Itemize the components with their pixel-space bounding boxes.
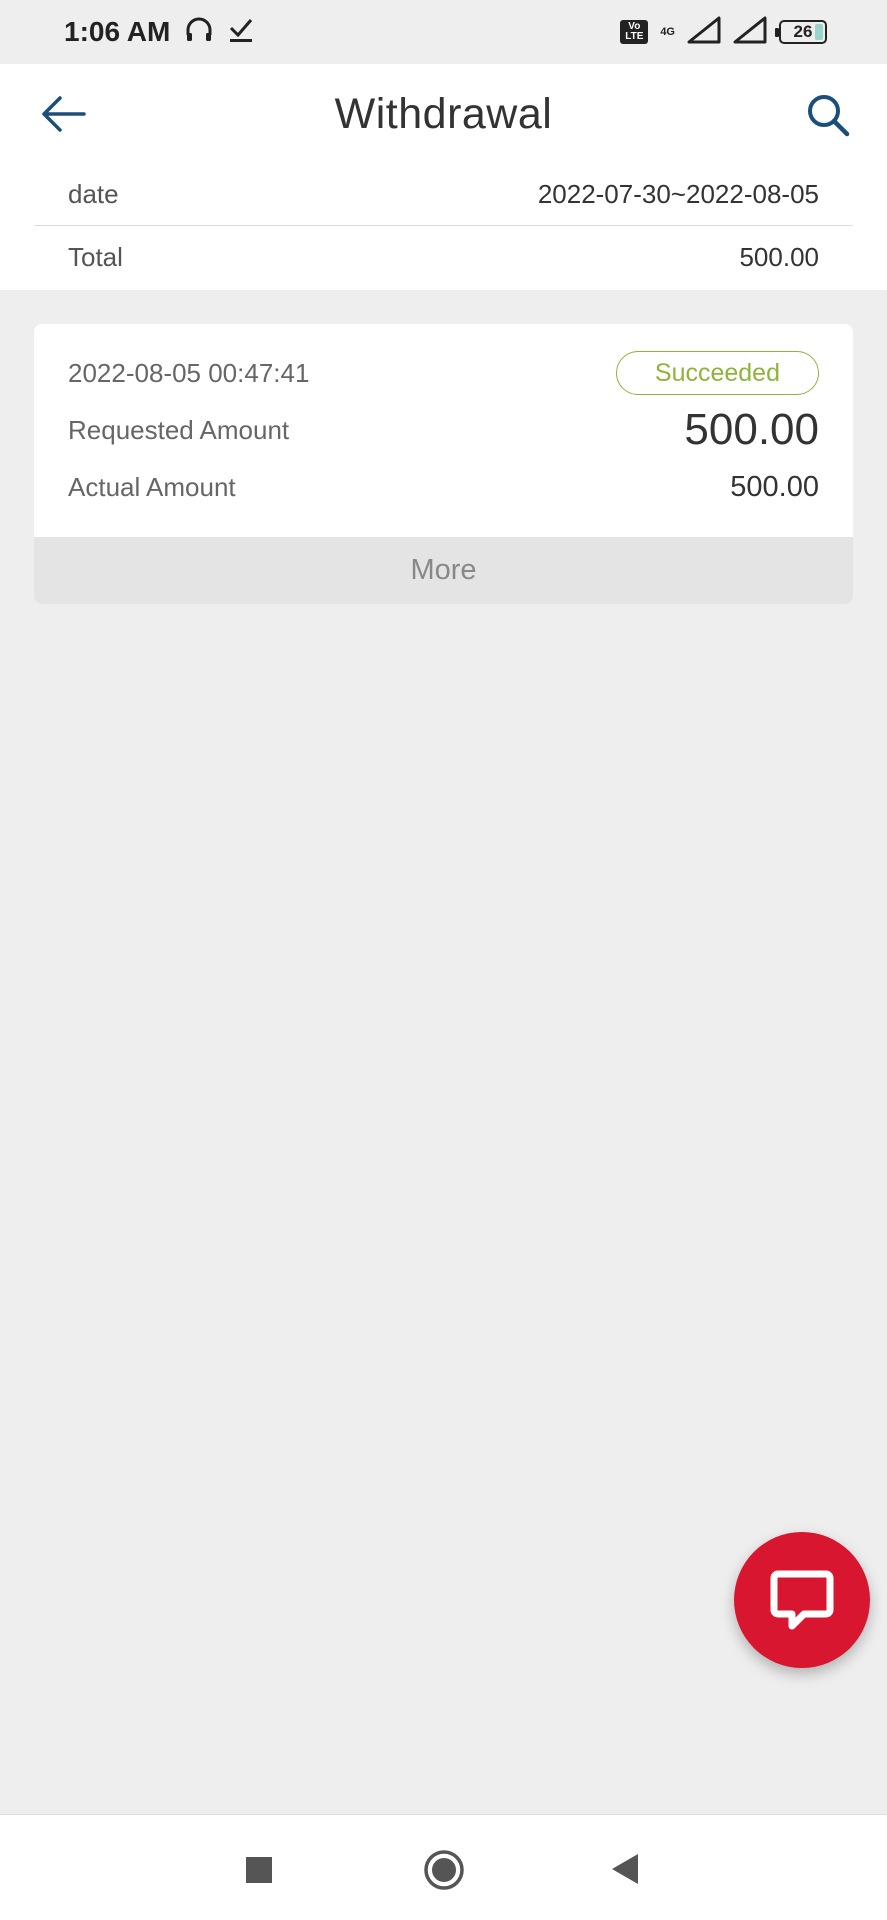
- triangle-back-icon: [612, 1854, 638, 1884]
- system-nav-bar: [0, 1814, 887, 1920]
- total-row: Total 500.00: [34, 226, 853, 288]
- download-done-icon: [228, 16, 254, 49]
- battery-level: 26: [793, 22, 813, 41]
- battery-fill: [815, 24, 823, 40]
- status-bar: 1:06 AM Vo LTE 4G 26: [0, 0, 887, 64]
- signal-icon: [687, 16, 721, 49]
- status-right: Vo LTE 4G 26: [620, 16, 827, 49]
- date-range-value: 2022-07-30~2022-08-05: [537, 179, 819, 209]
- recent-apps-button[interactable]: [246, 1857, 272, 1883]
- date-label: date: [68, 179, 119, 209]
- chat-bubble-icon: [770, 1570, 834, 1630]
- system-back-button[interactable]: [610, 1852, 640, 1886]
- signal-icon-2: [733, 16, 767, 49]
- actual-amount-label: Actual Amount: [68, 471, 236, 502]
- record-header-row: 2022-08-05 00:47:41 Succeeded: [68, 350, 819, 396]
- nav-bar: Withdrawal: [0, 64, 887, 164]
- record-time: 2022-08-05 00:47:41: [68, 357, 310, 388]
- chat-button[interactable]: [734, 1532, 870, 1668]
- page-title: Withdrawal: [334, 89, 553, 138]
- search-icon: [808, 95, 850, 137]
- home-circle-icon: [424, 1850, 464, 1890]
- arrow-left-icon: [42, 96, 86, 132]
- back-button[interactable]: [38, 92, 88, 136]
- record-body: 2022-08-05 00:47:41 Succeeded Requested …: [34, 324, 853, 537]
- status-badge: Succeeded: [615, 351, 819, 395]
- more-button[interactable]: More: [34, 537, 853, 604]
- headset-icon: [184, 15, 214, 50]
- requested-amount-label: Requested Amount: [68, 414, 290, 445]
- header: Withdrawal date 2022-07-30~2022-08-05 To…: [0, 64, 887, 290]
- withdrawal-record-card: 2022-08-05 00:47:41 Succeeded Requested …: [34, 324, 853, 604]
- total-label: Total: [68, 241, 123, 272]
- home-button[interactable]: [423, 1849, 465, 1891]
- withdrawal-screen: 1:06 AM Vo LTE 4G 26 Withdrawal date 202…: [0, 0, 887, 1920]
- date-range-row[interactable]: date 2022-07-30~2022-08-05: [34, 164, 853, 226]
- requested-amount-value: 500.00: [684, 405, 819, 454]
- search-button[interactable]: [803, 90, 853, 140]
- network-type: 4G: [660, 26, 675, 38]
- status-time: 1:06 AM: [64, 16, 171, 47]
- battery-icon: 26: [775, 20, 827, 44]
- total-value: 500.00: [739, 241, 819, 272]
- requested-amount-row: Requested Amount 500.00: [68, 398, 819, 462]
- status-left: 1:06 AM: [64, 15, 254, 50]
- volte-indicator: Vo LTE: [620, 20, 649, 44]
- actual-amount-row: Actual Amount 500.00: [68, 462, 819, 512]
- actual-amount-value: 500.00: [730, 470, 819, 503]
